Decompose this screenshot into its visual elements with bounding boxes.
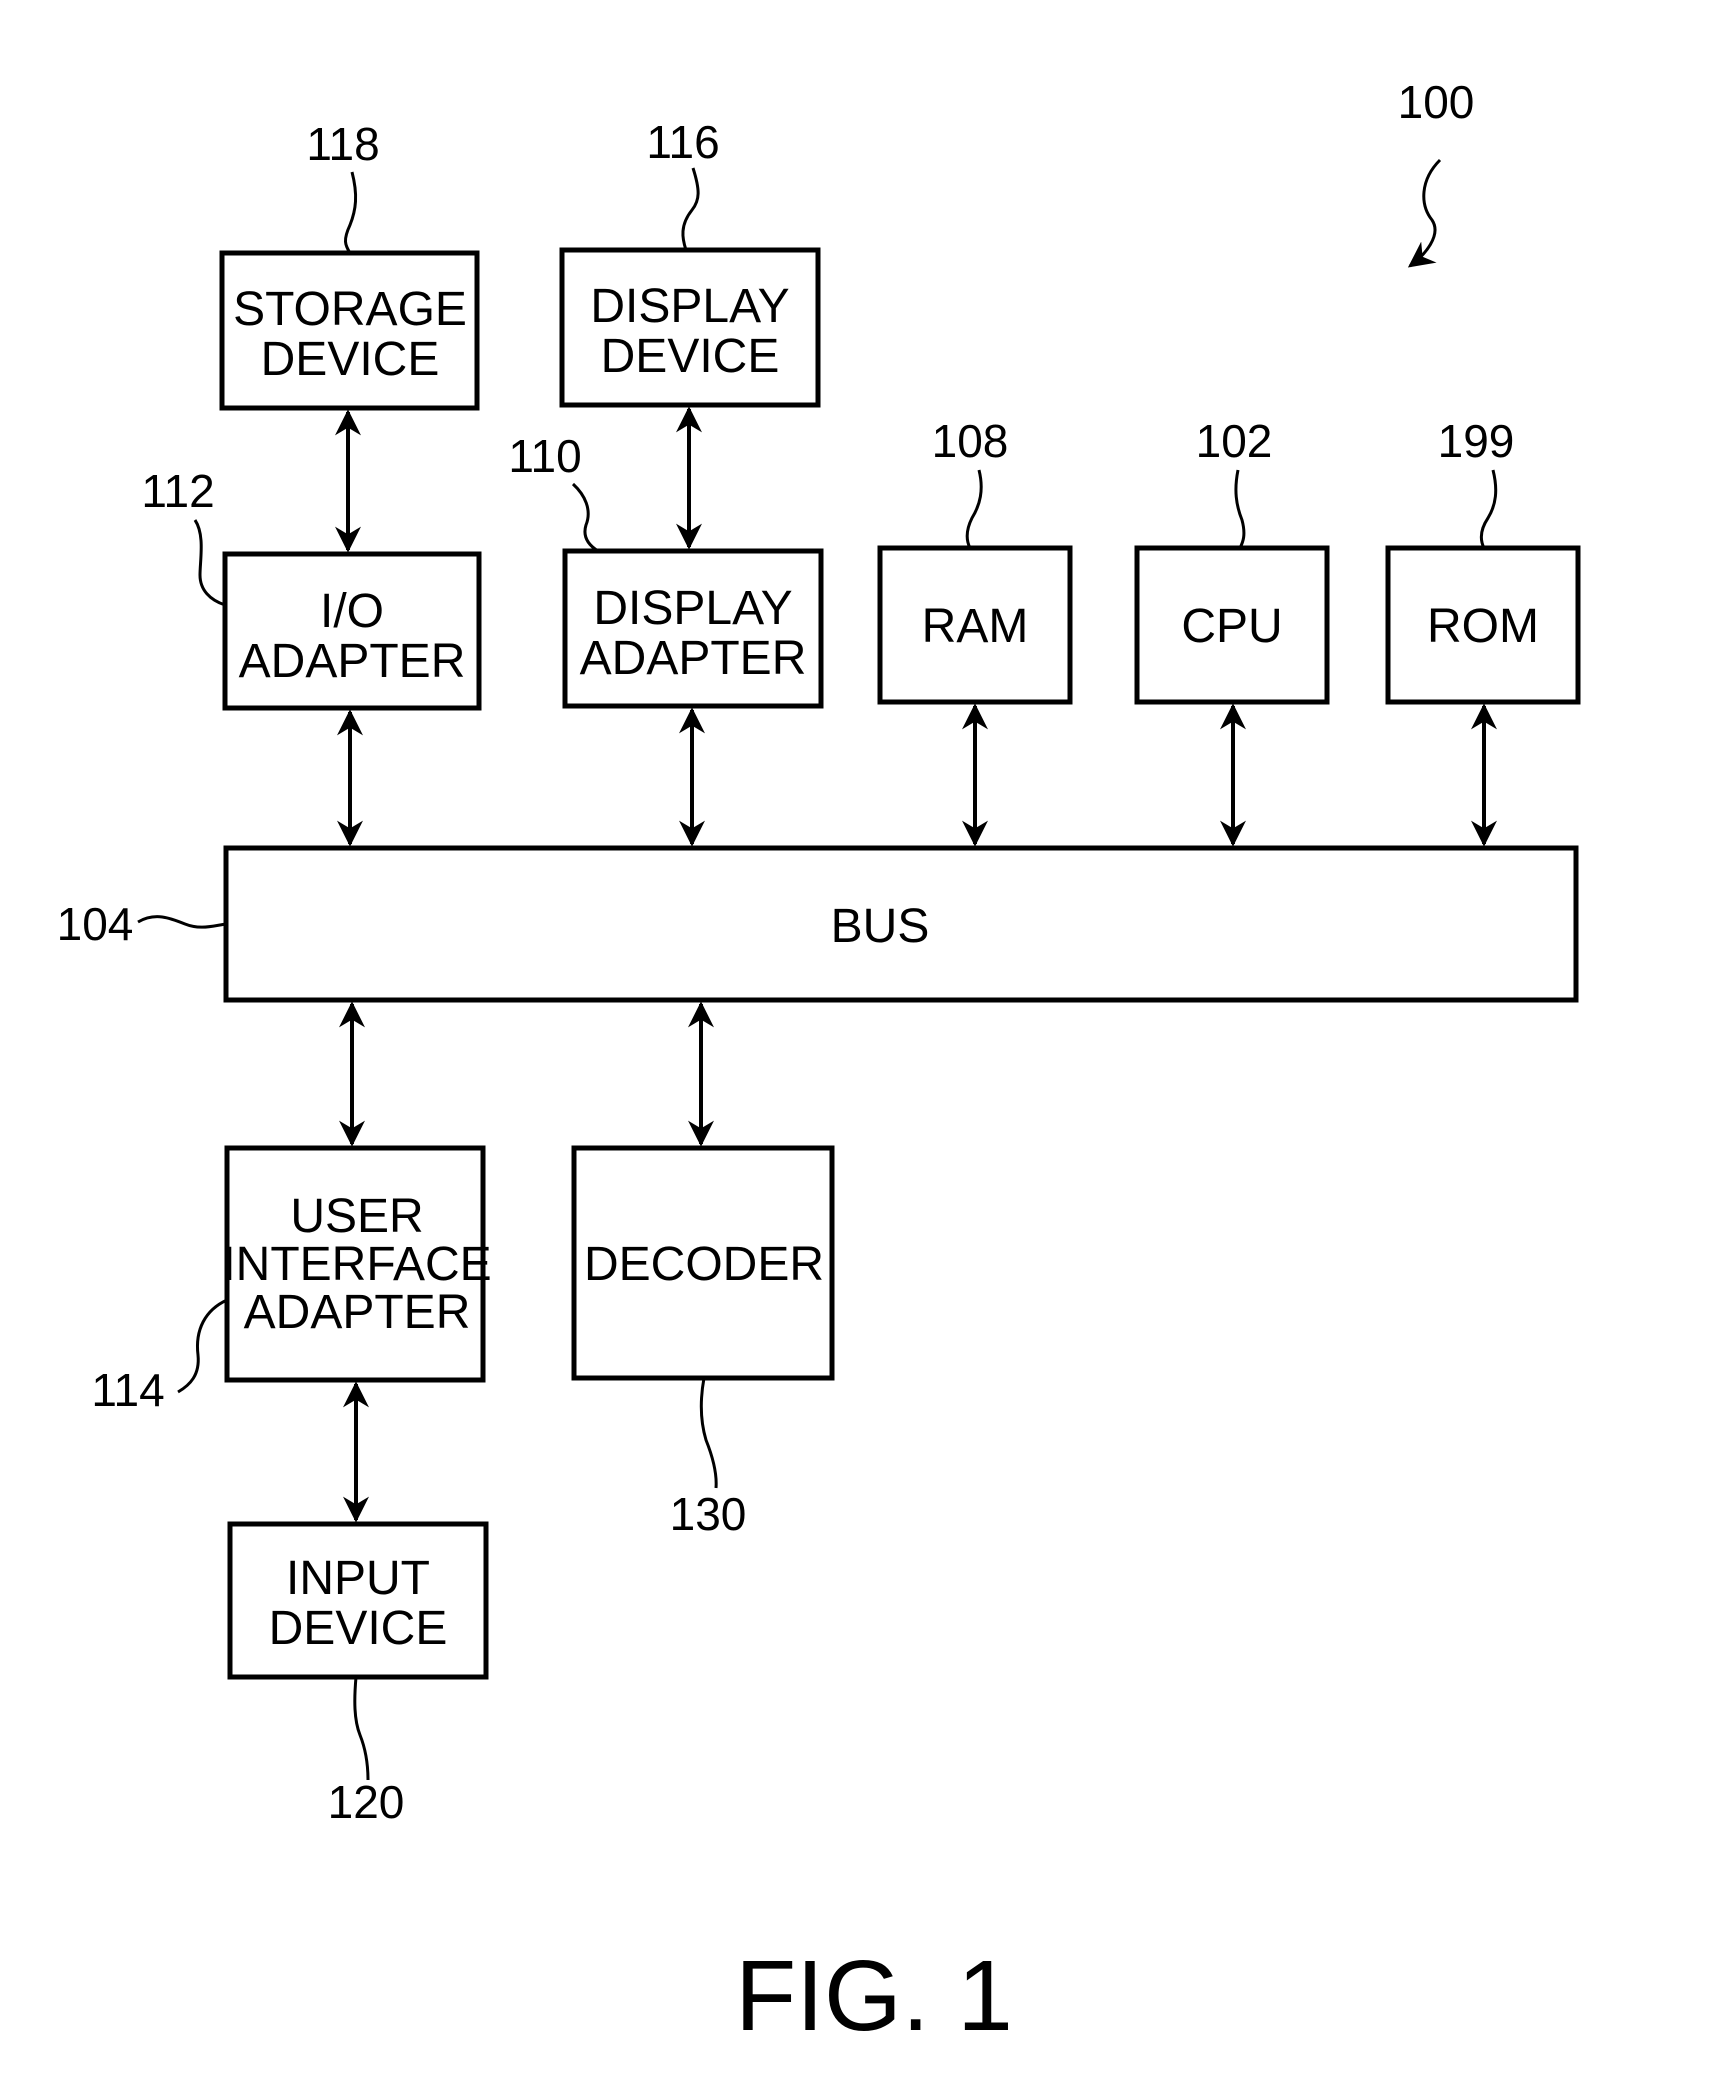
system-ref-arrow xyxy=(1407,158,1442,268)
display-adapter-label-1: DISPLAY xyxy=(593,582,792,635)
ram-label: RAM xyxy=(922,600,1029,653)
display-adapter-label-2: ADAPTER xyxy=(580,632,807,685)
display-device-block: DISPLAY DEVICE 116 xyxy=(559,116,821,408)
user-interface-adapter-label-1: USER xyxy=(290,1190,423,1243)
display-adapter-leader xyxy=(571,482,599,553)
bus-block: BUS 104 xyxy=(57,845,1579,1003)
ram-ref: 108 xyxy=(932,415,1009,467)
rom-block: ROM 199 xyxy=(1385,415,1581,705)
user-interface-adapter-ref: 114 xyxy=(91,1364,164,1416)
ram-leader xyxy=(965,469,983,549)
rom-leader xyxy=(1479,469,1498,549)
figure-title: FIG. 1 xyxy=(735,1940,1013,2052)
io-adapter-ref: 112 xyxy=(141,465,214,517)
rom-ref: 199 xyxy=(1438,415,1515,467)
system-ref: 100 xyxy=(1398,76,1475,268)
input-device-leader xyxy=(353,1676,370,1781)
display-device-label-1: DISPLAY xyxy=(590,280,789,333)
cpu-label: CPU xyxy=(1181,600,1282,653)
cpu-leader xyxy=(1234,469,1246,549)
io-adapter-label-2: ADAPTER xyxy=(239,635,466,688)
bus-leader xyxy=(137,915,227,929)
input-device-label-1: INPUT xyxy=(286,1552,430,1605)
input-device-ref: 120 xyxy=(328,1776,405,1828)
storage-device-ref: 118 xyxy=(306,118,379,170)
io-adapter-leader xyxy=(193,519,226,607)
display-device-ref: 116 xyxy=(646,116,719,168)
system-ref-label: 100 xyxy=(1398,76,1475,128)
display-adapter-block: DISPLAY ADAPTER 110 xyxy=(508,430,824,709)
decoder-block: DECODER 130 xyxy=(571,1145,835,1540)
input-device-label-2: DEVICE xyxy=(269,1602,448,1655)
user-interface-adapter-label-2: INTERFACE xyxy=(222,1238,491,1291)
decoder-leader xyxy=(699,1377,718,1489)
display-device-leader xyxy=(681,167,700,251)
cpu-ref: 102 xyxy=(1196,415,1273,467)
display-device-label-2: DEVICE xyxy=(601,330,780,383)
decoder-ref: 130 xyxy=(670,1488,747,1540)
block-diagram: 100 STORAGE DEVICE 118 DISPLAY DEVICE 11… xyxy=(57,76,1581,2052)
io-adapter-block: I/O ADAPTER 112 xyxy=(141,465,482,711)
bus-label: BUS xyxy=(831,900,930,953)
user-interface-adapter-leader xyxy=(177,1298,228,1394)
storage-device-label-1: STORAGE xyxy=(233,283,467,336)
rom-label: ROM xyxy=(1427,600,1539,653)
storage-device-block: STORAGE DEVICE 118 xyxy=(219,118,480,411)
input-device-block: INPUT DEVICE 120 xyxy=(227,1521,489,1828)
io-adapter-label-1: I/O xyxy=(320,585,384,638)
display-adapter-ref: 110 xyxy=(508,430,581,482)
user-interface-adapter-label-3: ADAPTER xyxy=(244,1286,471,1339)
user-interface-adapter-block: USER INTERFACE ADAPTER 114 xyxy=(91,1145,492,1416)
storage-device-label-2: DEVICE xyxy=(261,333,440,386)
ram-block: RAM 108 xyxy=(877,415,1073,705)
bus-ref: 104 xyxy=(57,898,134,950)
storage-device-leader xyxy=(344,171,358,254)
cpu-block: CPU 102 xyxy=(1134,415,1330,705)
decoder-label: DECODER xyxy=(584,1238,824,1291)
